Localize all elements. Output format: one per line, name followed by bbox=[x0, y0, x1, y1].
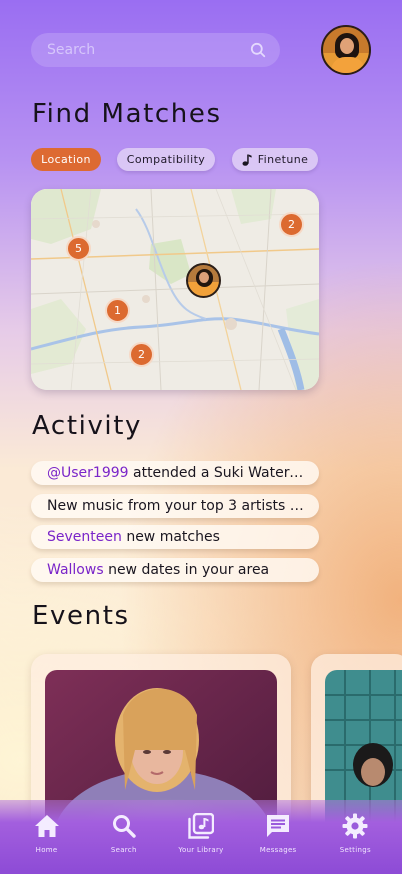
tab-messages[interactable]: Messages bbox=[243, 812, 313, 854]
messages-icon bbox=[264, 812, 292, 840]
music-note-icon bbox=[242, 154, 252, 166]
tab-settings[interactable]: Settings bbox=[320, 812, 390, 854]
find-matches-title: Find Matches bbox=[32, 99, 222, 129]
activity-link[interactable]: Seventeen bbox=[47, 529, 122, 545]
search-bar[interactable]: Search bbox=[31, 33, 280, 67]
cluster-count: 2 bbox=[288, 218, 295, 231]
home-icon bbox=[33, 812, 61, 840]
activity-link[interactable]: Wallows bbox=[47, 562, 104, 578]
match-avatar-pin[interactable] bbox=[186, 263, 221, 298]
activity-text: new dates in your area bbox=[103, 562, 270, 578]
activity-link[interactable]: @User1999 bbox=[47, 465, 129, 481]
map-cluster-marker[interactable]: 2 bbox=[129, 342, 154, 367]
filter-location[interactable]: Location bbox=[31, 148, 101, 171]
activity-item[interactable]: Seventeen new matches bbox=[31, 525, 319, 549]
tab-search[interactable]: Search bbox=[89, 812, 159, 854]
search-icon bbox=[110, 812, 138, 840]
filter-location-label: Location bbox=[41, 153, 91, 166]
map-cluster-marker[interactable]: 1 bbox=[105, 298, 130, 323]
tab-label: Settings bbox=[339, 846, 371, 854]
activity-text: New music from your top 3 artists availa… bbox=[47, 498, 305, 514]
filter-finetune[interactable]: Finetune bbox=[232, 148, 318, 171]
tab-label: Search bbox=[110, 846, 137, 854]
events-title: Events bbox=[32, 601, 130, 631]
tab-label: Home bbox=[35, 846, 58, 854]
settings-icon bbox=[341, 812, 369, 840]
activity-text: new matches bbox=[121, 529, 220, 545]
library-icon bbox=[187, 812, 215, 840]
tab-label: Messages bbox=[259, 846, 297, 854]
activity-item[interactable]: @User1999 attended a Suki Waterhouse con… bbox=[31, 461, 319, 485]
filter-compatibility-label: Compatibility bbox=[126, 153, 206, 166]
bottom-tab-bar: Home Search Your Library Messages Settin… bbox=[0, 800, 402, 874]
matches-map[interactable]: 5 2 1 2 bbox=[31, 189, 319, 390]
cluster-count: 1 bbox=[114, 304, 121, 317]
activity-text: attended a Suki Waterhouse concert bbox=[132, 465, 305, 481]
activity-title: Activity bbox=[32, 411, 143, 441]
profile-avatar[interactable] bbox=[321, 25, 371, 75]
tab-label: Your Library bbox=[178, 846, 224, 854]
tab-your-library[interactable]: Your Library bbox=[166, 812, 236, 854]
cluster-count: 2 bbox=[138, 348, 145, 361]
map-cluster-marker[interactable]: 2 bbox=[279, 212, 304, 237]
cluster-count: 5 bbox=[75, 242, 82, 255]
tab-home[interactable]: Home bbox=[12, 812, 82, 854]
map-cluster-marker[interactable]: 5 bbox=[66, 236, 91, 261]
filter-compatibility[interactable]: Compatibility bbox=[117, 148, 215, 171]
search-icon[interactable] bbox=[250, 42, 266, 58]
filter-finetune-label: Finetune bbox=[257, 153, 309, 166]
activity-item[interactable]: New music from your top 3 artists availa… bbox=[31, 494, 319, 518]
search-input[interactable]: Search bbox=[47, 42, 250, 58]
map-background bbox=[31, 189, 319, 390]
activity-item[interactable]: Wallows new dates in your area bbox=[31, 558, 319, 582]
